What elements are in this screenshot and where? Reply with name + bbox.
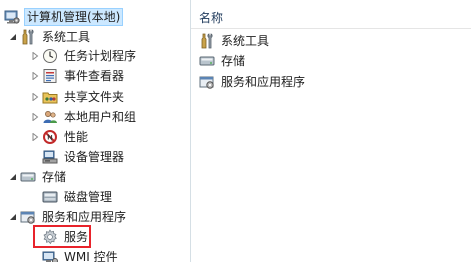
list-item-storage[interactable]: 存储 bbox=[199, 51, 247, 71]
tree-item-device-manager[interactable]: 设备管理器 bbox=[42, 147, 126, 167]
tree-item-system-tools[interactable]: 系统工具 bbox=[8, 27, 92, 47]
tools-icon bbox=[199, 33, 215, 49]
tree-item-disk-management[interactable]: 磁盘管理 bbox=[42, 187, 114, 207]
tree-item-label: 任务计划程序 bbox=[64, 49, 137, 63]
list-item-system-tools[interactable]: 系统工具 bbox=[199, 31, 271, 51]
storage-icon bbox=[20, 169, 36, 185]
tree-item-label: 设备管理器 bbox=[64, 150, 125, 164]
collapsed-triangle-icon[interactable] bbox=[30, 66, 39, 86]
tree-item-storage[interactable]: 存储 bbox=[8, 167, 68, 187]
services-apps-icon bbox=[20, 209, 36, 225]
collapsed-triangle-icon[interactable] bbox=[30, 46, 39, 66]
tree-item-label: 存储 bbox=[42, 170, 67, 184]
no-sign-icon bbox=[42, 129, 58, 145]
expanded-triangle-icon[interactable] bbox=[8, 27, 17, 47]
tree-root-label: 计算机管理(本地) bbox=[24, 8, 124, 26]
expanded-triangle-icon[interactable] bbox=[8, 167, 17, 187]
storage-icon bbox=[199, 53, 215, 69]
collapsed-triangle-icon[interactable] bbox=[30, 87, 39, 107]
tree-item-label: WMI 控件 bbox=[64, 250, 118, 262]
list-item-label: 服务和应用程序 bbox=[221, 75, 306, 89]
navigation-tree: 计算机管理(本地) 系统工具 任务计划程序 事件查看器 共享文件夹 本地用户和组… bbox=[0, 0, 190, 262]
tree-item-performance[interactable]: 性能 bbox=[30, 127, 90, 147]
list-item-label: 系统工具 bbox=[221, 34, 270, 48]
disk-icon bbox=[42, 189, 58, 205]
tree-item-label: 磁盘管理 bbox=[64, 190, 113, 204]
tree-root-computer-management[interactable]: 计算机管理(本地) bbox=[4, 7, 124, 27]
column-header-label: 名称 bbox=[199, 10, 224, 25]
services-apps-icon bbox=[199, 74, 215, 90]
tree-item-task-scheduler[interactable]: 任务计划程序 bbox=[30, 46, 138, 66]
wmi-icon bbox=[42, 249, 58, 262]
tree-item-services-and-applications[interactable]: 服务和应用程序 bbox=[8, 207, 128, 227]
users-icon bbox=[42, 109, 58, 125]
tools-icon bbox=[20, 29, 36, 45]
collapsed-triangle-icon[interactable] bbox=[30, 107, 39, 127]
tree-item-label: 系统工具 bbox=[42, 30, 91, 44]
computer-management-icon bbox=[4, 9, 20, 25]
device-manager-icon bbox=[42, 149, 58, 165]
highlight-box bbox=[33, 225, 91, 248]
tree-item-shared-folders[interactable]: 共享文件夹 bbox=[30, 87, 126, 107]
list-item-services-and-applications[interactable]: 服务和应用程序 bbox=[199, 72, 307, 92]
tree-item-label: 性能 bbox=[64, 130, 89, 144]
tree-item-wmi-control[interactable]: WMI 控件 bbox=[42, 247, 120, 262]
tree-item-local-users-groups[interactable]: 本地用户和组 bbox=[30, 107, 138, 127]
event-viewer-icon bbox=[42, 68, 58, 84]
content-list: 名称 系统工具 存储 服务和应用程序 bbox=[191, 0, 471, 262]
expanded-triangle-icon[interactable] bbox=[8, 207, 17, 227]
tree-item-label: 本地用户和组 bbox=[64, 110, 137, 124]
computer-management-window: 计算机管理(本地) 系统工具 任务计划程序 事件查看器 共享文件夹 本地用户和组… bbox=[0, 0, 471, 262]
clock-icon bbox=[42, 48, 58, 64]
tree-item-label: 服务和应用程序 bbox=[42, 210, 127, 224]
tree-item-label: 共享文件夹 bbox=[64, 90, 125, 104]
tree-item-event-viewer[interactable]: 事件查看器 bbox=[30, 66, 126, 86]
list-item-label: 存储 bbox=[221, 54, 246, 68]
column-header-name[interactable]: 名称 bbox=[191, 6, 471, 29]
collapsed-triangle-icon[interactable] bbox=[30, 127, 39, 147]
shared-folder-icon bbox=[42, 89, 58, 105]
tree-item-label: 事件查看器 bbox=[64, 69, 125, 83]
